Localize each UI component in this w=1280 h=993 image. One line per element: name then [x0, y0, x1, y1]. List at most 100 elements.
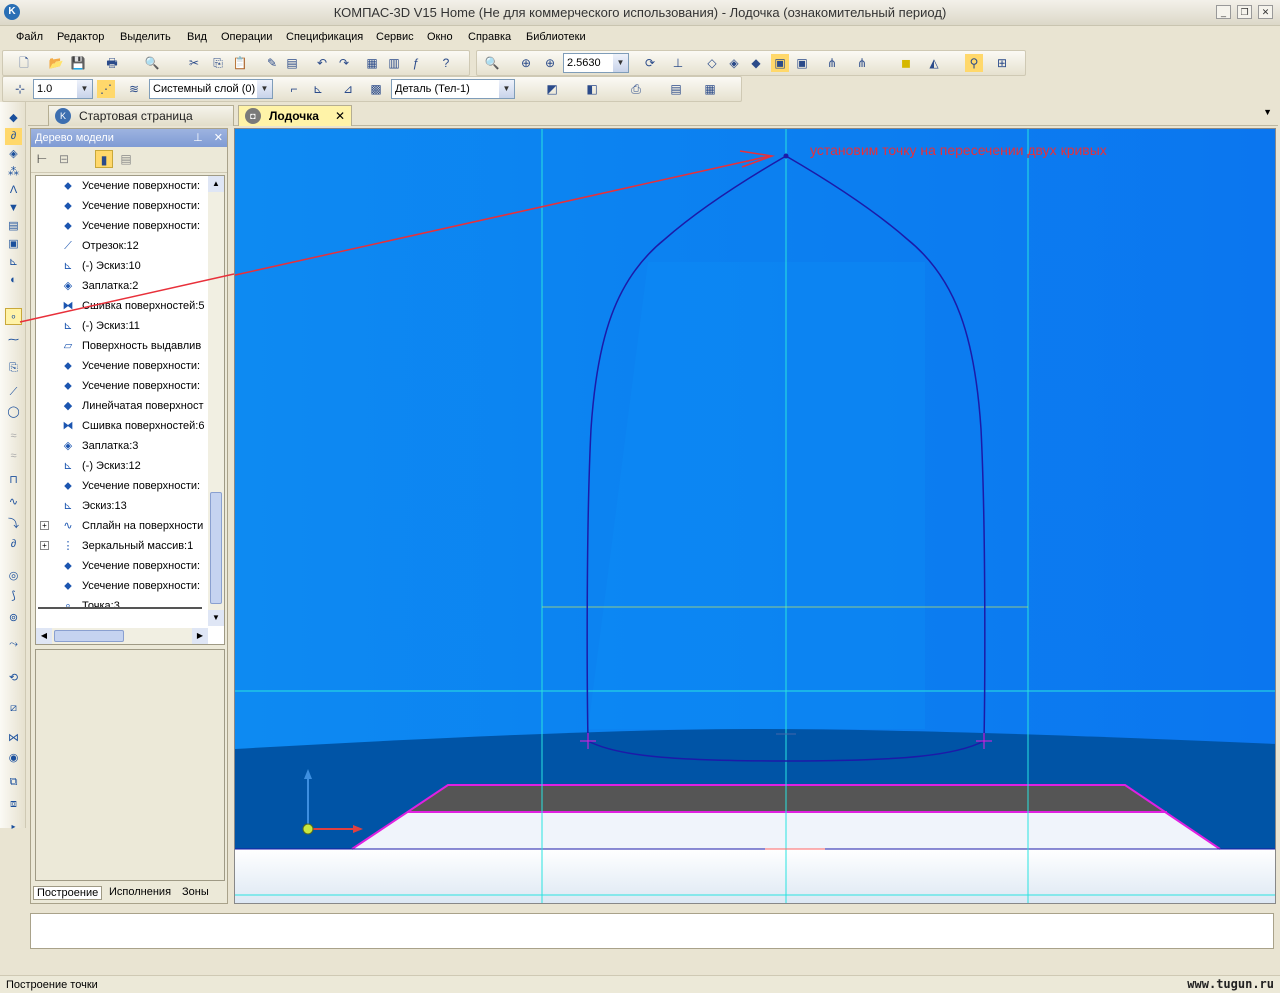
surface-mode-icon[interactable]: ◩ — [543, 80, 561, 98]
editing-icon[interactable]: ◆ — [5, 110, 22, 127]
tree-item[interactable]: ⬥ Усечение поверхности: — [36, 376, 208, 396]
cube-icon[interactable]: ◼ — [897, 54, 915, 72]
spline-icon[interactable]: ∿ — [5, 494, 22, 511]
spatial-curves-icon[interactable]: ∂ — [5, 128, 22, 145]
color-icon[interactable]: ◧ — [583, 80, 601, 98]
print-mode-icon[interactable]: ⎙ — [627, 80, 645, 98]
tab-zones[interactable]: Зоны — [182, 886, 209, 898]
connect-curve-icon[interactable]: ⧄ — [5, 700, 22, 717]
import-point-icon[interactable]: ⎘ — [5, 360, 22, 377]
cone-helix-icon[interactable]: ≈ — [5, 448, 22, 465]
menu-specification[interactable]: Спецификация — [286, 31, 363, 43]
menu-view[interactable]: Вид — [187, 31, 207, 43]
minimize-button[interactable]: _ — [1216, 5, 1231, 19]
properties-panel[interactable] — [30, 913, 1274, 949]
bend-icon[interactable]: ⤵ — [5, 516, 22, 533]
point-on-curve-icon[interactable]: ⁓ — [5, 332, 22, 349]
library-icon[interactable]: ▥ — [385, 54, 403, 72]
help-pointer-icon[interactable]: ? — [437, 54, 455, 72]
tree-item[interactable]: ◈ Заплатка:3 — [36, 436, 208, 456]
tab-start-page[interactable]: K Стартовая страница — [48, 105, 234, 126]
dimension-icon[interactable]: ⊞ — [993, 54, 1011, 72]
tab-versions[interactable]: Исполнения — [109, 886, 171, 898]
join-curve-icon[interactable]: ⧈ — [5, 796, 22, 813]
zoom-all-icon[interactable]: ⊕ — [517, 54, 535, 72]
orthogonal-icon[interactable]: ⊾ — [309, 80, 327, 98]
wireframe-icon[interactable]: ◇ — [703, 54, 721, 72]
tree-item[interactable]: ▱ Поверхность выдавлив — [36, 336, 208, 356]
circle-icon[interactable]: ◯ — [5, 404, 22, 421]
helix-icon[interactable]: ≈ — [5, 428, 22, 445]
step-combo[interactable]: 1.0 ▼ — [33, 79, 93, 99]
polyline-icon[interactable]: ⊓ — [5, 472, 22, 489]
close-button[interactable]: ✕ — [1258, 5, 1273, 19]
split-curve-icon[interactable]: ⧉ — [5, 774, 22, 791]
scroll-left-icon[interactable]: ◀ — [36, 628, 52, 644]
menu-operations[interactable]: Операции — [221, 31, 272, 43]
halftone-icon[interactable]: ▣ — [771, 54, 789, 72]
tree-item[interactable]: ⬥ Усечение поверхности: — [36, 556, 208, 576]
contour-icon[interactable]: ◎ — [5, 568, 22, 585]
menu-service[interactable]: Сервис — [376, 31, 414, 43]
layer-combo[interactable]: Системный слой (0) ▼ — [149, 79, 273, 99]
ortho-mode-icon[interactable]: ⊿ — [339, 80, 357, 98]
part-combo[interactable]: Деталь (Тел-1) ▼ — [391, 79, 515, 99]
trim-curve-icon[interactable]: ⤳ — [5, 636, 22, 653]
line-icon[interactable]: ⟋ — [5, 384, 22, 401]
curve-projection-icon[interactable]: ⟆ — [5, 588, 22, 605]
save-icon[interactable]: 💾 — [69, 54, 87, 72]
selection-filter-icon[interactable]: ⋔ — [853, 54, 871, 72]
menu-file[interactable]: Файл — [16, 31, 43, 43]
menu-libraries[interactable]: Библиотеки — [526, 31, 586, 43]
filter-icon[interactable]: ⋔ — [823, 54, 841, 72]
undo-icon[interactable]: ↶ — [313, 54, 331, 72]
hidden-lines-icon[interactable]: ◈ — [725, 54, 743, 72]
tab-document[interactable]: ◘ Лодочка ✕ — [238, 105, 352, 126]
tree-item[interactable]: ∘ Точка:3 — [36, 596, 208, 616]
halftone-edges-icon[interactable]: ▣ — [793, 54, 811, 72]
expand-icon[interactable]: + — [40, 541, 49, 550]
rotate-icon[interactable]: ⟳ — [641, 54, 659, 72]
tree-item[interactable]: ⬥ Усечение поверхности: — [36, 476, 208, 496]
scroll-down-icon[interactable]: ▼ — [208, 610, 224, 626]
chevron-down-icon[interactable]: ▼ — [499, 80, 514, 98]
surface-curve-icon[interactable]: ⋈ — [5, 730, 22, 747]
tree-item[interactable]: + ∿ Сплайн на поверхности — [36, 516, 208, 536]
local-cs-icon[interactable]: ⌐ — [285, 80, 303, 98]
snap-step-icon[interactable]: ⋰ — [97, 80, 115, 98]
tree-horizontal-scrollbar[interactable]: ◀ ▶ — [36, 628, 208, 644]
model-canvas[interactable]: установим точку на пересечении двух крив… — [235, 129, 1276, 904]
tree-item[interactable]: ⬥ Усечение поверхности: — [36, 576, 208, 596]
close-tab-icon[interactable]: ✕ — [335, 106, 345, 126]
manager-icon[interactable]: ▦ — [363, 54, 381, 72]
copy-icon[interactable]: ⎘ — [209, 54, 227, 72]
zoom-combo[interactable]: 2.5630 ▼ — [563, 53, 629, 73]
tree-item[interactable]: ⬥ Усечение поверхности: — [36, 356, 208, 376]
tree-item[interactable]: ⊾ Эскиз:13 — [36, 496, 208, 516]
paste-icon[interactable]: 📋 — [231, 54, 249, 72]
equation-curve-icon[interactable]: ∂ — [5, 536, 22, 553]
offset-curve-icon[interactable]: ⟲ — [5, 670, 22, 687]
preview-icon[interactable]: 🔍 — [143, 54, 161, 72]
menu-help[interactable]: Справка — [468, 31, 511, 43]
intersection-curve-icon[interactable]: ⊚ — [5, 610, 22, 627]
chevron-down-icon[interactable]: ▼ — [257, 80, 272, 98]
thin-lines-icon[interactable]: ◆ — [747, 54, 765, 72]
layer-icon[interactable]: ≋ — [125, 80, 143, 98]
tree-item[interactable]: ⧓ Сшивка поверхностей:6 — [36, 416, 208, 436]
section-icon[interactable]: ◭ — [925, 54, 943, 72]
expand-icon[interactable]: + — [40, 521, 49, 530]
tree-item[interactable]: + ⋮ Зеркальный массив:1 — [36, 536, 208, 556]
chevron-down-icon[interactable]: ▼ — [613, 54, 628, 72]
hscroll-thumb[interactable] — [54, 630, 124, 642]
tab-construction[interactable]: Построение — [33, 886, 103, 900]
tabs-menu-icon[interactable]: ▼ — [1263, 107, 1272, 117]
more-tools-icon[interactable]: ▸ — [5, 818, 22, 835]
orientation-icon[interactable]: ⊥ — [669, 54, 687, 72]
tree-item[interactable]: ◆ Линейчатая поверхност — [36, 396, 208, 416]
function-icon[interactable]: ƒ — [407, 54, 425, 72]
chevron-down-icon[interactable]: ▼ — [77, 80, 92, 98]
properties-icon[interactable]: ✎ — [263, 54, 281, 72]
zoom-in-icon[interactable]: ⊕ — [541, 54, 559, 72]
table-icon[interactable]: ▦ — [701, 80, 719, 98]
